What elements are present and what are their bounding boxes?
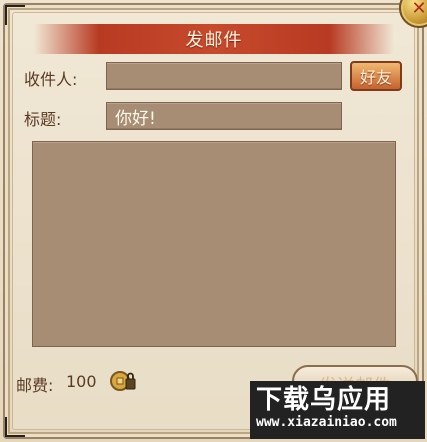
message-body-input[interactable] <box>32 141 396 347</box>
watermark-url: www.xiazainiao.com <box>256 415 397 430</box>
friend-button[interactable]: 好友 <box>350 61 402 91</box>
dialog-title: 发邮件 <box>185 30 243 51</box>
subject-input[interactable]: 你好! <box>106 102 342 130</box>
subject-label: 标题: <box>24 110 62 129</box>
recipient-label: 收件人: <box>24 70 78 89</box>
watermark-title: 下载乌应用 <box>256 385 392 415</box>
postage-label: 邮费: <box>16 376 54 395</box>
corner-ornament-bottom-left <box>5 417 25 437</box>
recipient-input[interactable] <box>106 62 342 90</box>
postage-value: 100 <box>66 372 97 391</box>
subject-value: 你好! <box>115 108 156 129</box>
title-bar: 发邮件 <box>34 24 394 54</box>
friend-button-label: 好友 <box>359 68 392 87</box>
mail-dialog: ✕ 发邮件 收件人: 好友 标题: 你好! 邮费: 100 发送邮件 下载乌应用… <box>0 0 427 442</box>
corner-ornament-top-left <box>5 5 25 25</box>
coin-lock-icon <box>110 371 136 391</box>
watermark: 下载乌应用 www.xiazainiao.com <box>250 381 425 439</box>
close-icon: ✕ <box>411 0 427 19</box>
